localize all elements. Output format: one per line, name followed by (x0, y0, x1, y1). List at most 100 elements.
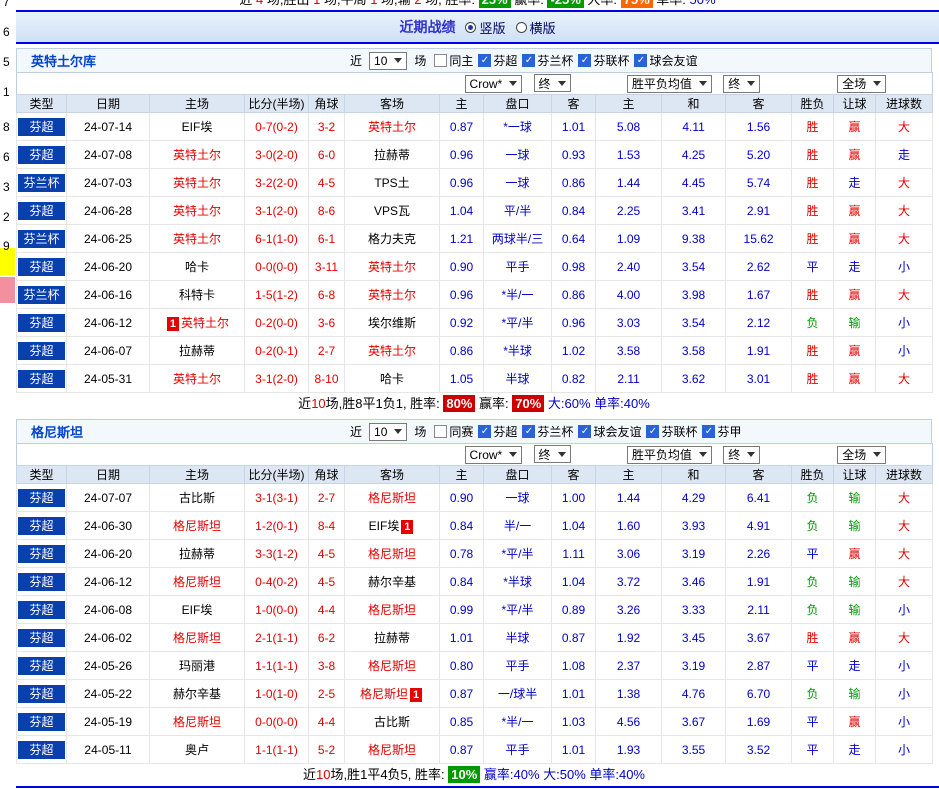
league-filter-checkbox[interactable]: 球会友谊 (634, 52, 697, 69)
home-team[interactable]: 哈卡 (185, 260, 209, 274)
away-team[interactable]: 埃尔维斯 (368, 316, 416, 330)
league-filter-checkbox[interactable]: 球会友谊 (578, 423, 641, 440)
away-team[interactable]: VPS瓦 (374, 204, 410, 218)
avg-odds-select[interactable]: 胜平负均值 (626, 74, 712, 93)
home-team-cell: 英特土尔 (149, 196, 245, 225)
final-avg-select[interactable]: 终 (723, 445, 761, 464)
away-team[interactable]: 格尼斯坦 (368, 547, 416, 561)
home-team[interactable]: 英特土尔 (173, 204, 221, 218)
away-team[interactable]: 英特土尔 (368, 344, 416, 358)
league-type-badge[interactable]: 芬超 (18, 117, 65, 136)
radio-vertical-layout[interactable]: 竖版 (465, 18, 506, 37)
league-type-badge[interactable]: 芬超 (18, 572, 65, 591)
league-type-badge[interactable]: 芬超 (18, 740, 65, 759)
league-type-badge[interactable]: 芬超 (18, 201, 65, 220)
scope-select[interactable]: 全场 (837, 74, 887, 93)
league-filter-checkbox[interactable]: 芬兰杯 (522, 423, 573, 440)
away-team[interactable]: 哈卡 (380, 372, 404, 386)
home-team[interactable]: 英特土尔 (173, 176, 221, 190)
home-team[interactable]: 赫尔辛基 (173, 687, 221, 701)
league-type-badge[interactable]: 芬超 (18, 488, 65, 507)
home-team[interactable]: 玛丽港 (179, 659, 215, 673)
league-type-badge[interactable]: 芬兰杯 (18, 173, 65, 192)
home-team[interactable]: 格尼斯坦 (173, 631, 221, 645)
away-team[interactable]: 格尼斯坦 (368, 659, 416, 673)
away-team[interactable]: 格力夫克 (368, 232, 416, 246)
home-team[interactable]: 拉赫蒂 (179, 547, 215, 561)
home-team[interactable]: 科特卡 (179, 288, 215, 302)
result-wdl: 胜 (791, 196, 835, 225)
avg-odds-select[interactable]: 胜平负均值 (626, 445, 712, 464)
team-title-link[interactable]: 格尼斯坦 (31, 422, 83, 441)
same-filter-checkbox[interactable]: 同赛 (434, 423, 473, 440)
home-team[interactable]: 格尼斯坦 (173, 519, 221, 533)
home-team[interactable]: 格尼斯坦 (173, 575, 221, 589)
home-team[interactable]: 奥卢 (185, 743, 209, 757)
home-team[interactable]: 格尼斯坦 (173, 715, 221, 729)
home-team[interactable]: EIF埃 (182, 120, 213, 134)
league-type-badge[interactable]: 芬超 (18, 712, 65, 731)
away-team[interactable]: EIF埃 (369, 519, 400, 533)
away-team[interactable]: 英特土尔 (368, 120, 416, 134)
match-score: 0-0(0-0) (244, 252, 309, 281)
away-odds: 0.89 (551, 595, 597, 624)
same-filter-checkbox[interactable]: 同主 (434, 52, 473, 69)
match-row: 芬兰杯 24-07-03 英特土尔 3-2(2-0) 4-5 TPS土 0.96 一球 0.86… (16, 168, 934, 197)
league-type-badge[interactable]: 芬超 (18, 145, 65, 164)
away-team[interactable]: 古比斯 (374, 715, 410, 729)
league-type-badge[interactable]: 芬超 (18, 600, 65, 619)
away-team[interactable]: 格尼斯坦 (368, 743, 416, 757)
bookmaker-select[interactable]: Crow* (464, 445, 523, 464)
away-team[interactable]: 英特土尔 (368, 288, 416, 302)
league-type-badge[interactable]: 芬超 (18, 628, 65, 647)
league-type-badge[interactable]: 芬兰杯 (18, 229, 65, 248)
home-team[interactable]: 古比斯 (179, 491, 215, 505)
league-type-badge[interactable]: 芬超 (18, 684, 65, 703)
final-odds-select[interactable]: 终 (533, 445, 571, 464)
match-count-select[interactable]: 10 (369, 422, 408, 441)
home-team[interactable]: 拉赫蒂 (179, 344, 215, 358)
away-team[interactable]: 格尼斯坦 (360, 687, 408, 701)
league-filter-checkbox[interactable]: 芬甲 (702, 423, 741, 440)
away-team[interactable]: TPS土 (374, 176, 409, 190)
home-team[interactable]: 英特土尔 (173, 232, 221, 246)
select-value: 终 (538, 447, 551, 462)
league-filter-checkbox[interactable]: 芬超 (478, 423, 517, 440)
bookmaker-select[interactable]: Crow* (464, 74, 523, 93)
away-odds: 0.86 (551, 280, 597, 309)
home-team[interactable]: 英特土尔 (181, 316, 229, 330)
league-filter-checkbox[interactable]: 芬联杯 (646, 423, 697, 440)
team-title-link[interactable]: 英特土尔库 (31, 51, 96, 70)
away-odds: 1.01 (551, 679, 597, 708)
league-type-badge[interactable]: 芬超 (18, 516, 65, 535)
final-avg-select[interactable]: 终 (723, 74, 761, 93)
league-filter-checkbox[interactable]: 芬兰杯 (522, 52, 573, 69)
away-team[interactable]: 英特土尔 (368, 260, 416, 274)
away-team[interactable]: 拉赫蒂 (374, 631, 410, 645)
select-value: 终 (538, 76, 551, 91)
league-type-badge[interactable]: 芬超 (18, 656, 65, 675)
league-type-badge[interactable]: 芬超 (18, 369, 65, 388)
home-team[interactable]: 英特土尔 (173, 148, 221, 162)
match-count-select[interactable]: 10 (369, 51, 408, 70)
away-team[interactable]: 格尼斯坦 (368, 491, 416, 505)
league-type-badge[interactable]: 芬超 (18, 313, 65, 332)
league-type-badge[interactable]: 芬超 (18, 257, 65, 276)
league-type-badge[interactable]: 芬超 (18, 544, 65, 563)
result-handicap: 赢 (833, 280, 877, 309)
radio-horizontal-layout[interactable]: 横版 (515, 18, 556, 37)
checkbox-label: 球会友谊 (649, 54, 698, 68)
final-odds-select[interactable]: 终 (533, 74, 571, 93)
home-team[interactable]: 英特土尔 (173, 372, 221, 386)
home-odds: 0.96 (439, 280, 485, 309)
league-filter-checkbox[interactable]: 芬联杯 (578, 52, 629, 69)
away-team[interactable]: 拉赫蒂 (374, 148, 410, 162)
home-team[interactable]: EIF埃 (182, 603, 213, 617)
league-type-badge[interactable]: 芬兰杯 (18, 285, 65, 304)
league-type-badge[interactable]: 芬超 (18, 341, 65, 360)
scope-select[interactable]: 全场 (837, 445, 887, 464)
away-team-cell: VPS瓦 (343, 196, 441, 225)
league-filter-checkbox[interactable]: 芬超 (478, 52, 517, 69)
away-team[interactable]: 赫尔辛基 (368, 575, 416, 589)
away-team[interactable]: 格尼斯坦 (368, 603, 416, 617)
